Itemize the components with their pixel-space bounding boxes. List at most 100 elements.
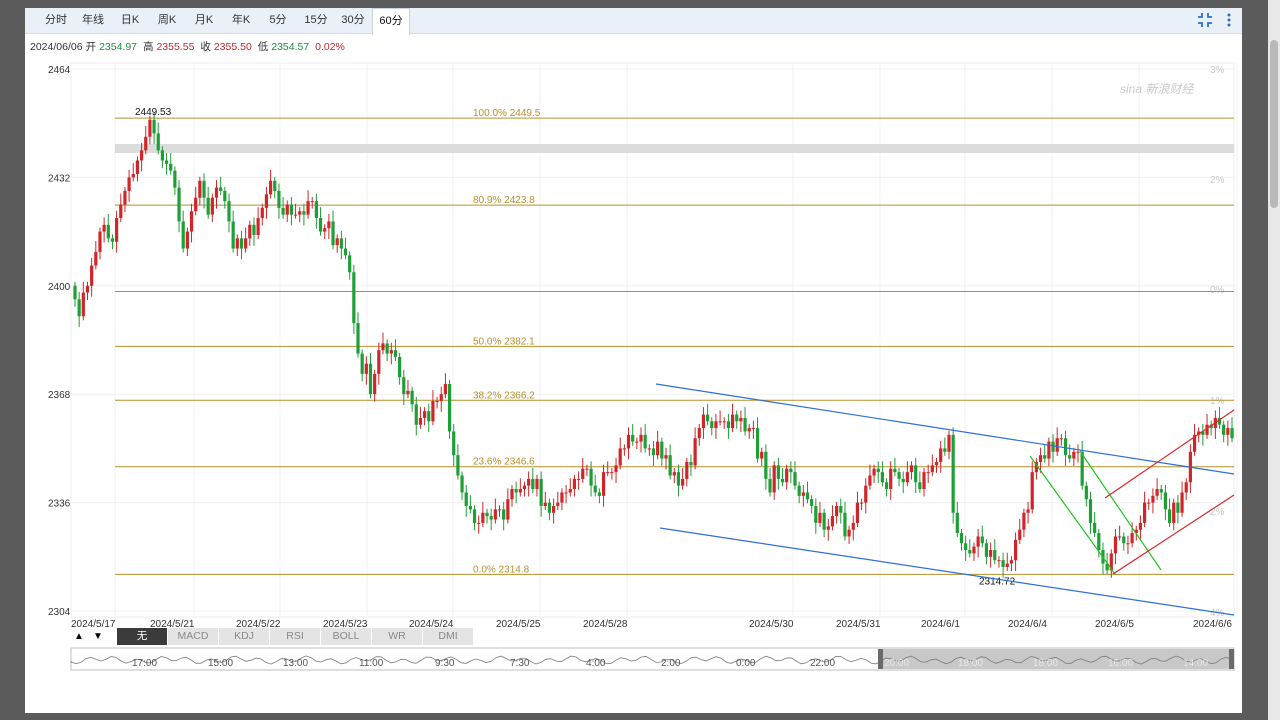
candle-body — [818, 512, 822, 523]
indicator-rsi-tab[interactable]: RSI — [270, 628, 321, 645]
candle-body — [606, 472, 610, 474]
candle-body — [905, 472, 909, 483]
candle-body — [377, 350, 381, 374]
navigator-time-label: 14:00 — [1183, 658, 1208, 669]
candle-body — [743, 417, 747, 432]
candlestick-chart[interactable]: 2024/5/17 2024/5/21 2024/5/22 2024/5/23 2024… — [25, 8, 1242, 713]
indicator-boll-tab[interactable]: BOLL — [321, 628, 372, 645]
candle-body — [139, 150, 144, 161]
candle-body — [893, 468, 897, 473]
candle-body — [1026, 509, 1030, 513]
candle-body — [726, 421, 731, 429]
candle-body — [918, 482, 922, 490]
candle-body — [177, 187, 181, 222]
candle-body — [348, 255, 352, 273]
candle-body — [310, 201, 314, 203]
candle-body — [776, 465, 780, 479]
candle-body — [135, 160, 140, 175]
x-tick-label: 2024/5/28 — [583, 619, 628, 630]
candle-body — [73, 285, 77, 300]
indicator-kdj-tab[interactable]: KDJ — [219, 628, 270, 645]
indicator-dmi-tab[interactable]: DMI — [423, 628, 474, 645]
candle-body — [826, 526, 830, 530]
candle-body — [318, 218, 323, 232]
candle-body — [181, 221, 185, 249]
candle-body — [472, 509, 477, 523]
navigator-time-label: 4:00 — [586, 658, 606, 669]
candle-body — [131, 174, 135, 178]
candle-body — [539, 478, 543, 506]
candle-body — [452, 431, 456, 456]
fib-level-label: 80.9% 2423.8 — [473, 195, 535, 206]
scroll-down-button[interactable]: ▼ — [89, 628, 107, 645]
candle-body — [489, 516, 493, 520]
candle-body — [955, 512, 959, 534]
candle-body — [576, 478, 581, 480]
candle-body — [447, 384, 452, 432]
candle-body — [502, 509, 506, 520]
navigator-time-label: 2:00 — [661, 658, 681, 669]
candle-body — [1130, 533, 1134, 544]
candle-body — [398, 356, 402, 378]
candle-body — [235, 238, 239, 249]
indicator-none-tab[interactable]: 无 — [117, 628, 168, 645]
y-tick-label: 2464 — [48, 65, 71, 76]
candle-body — [1097, 533, 1101, 551]
x-tick-label: 2024/6/1 — [921, 619, 960, 630]
candle-body — [481, 512, 485, 523]
indicator-macd-tab[interactable]: MACD — [168, 628, 219, 645]
y-tick-label: 2336 — [48, 499, 71, 510]
candle-body — [422, 411, 427, 418]
candle-body — [98, 231, 102, 252]
candle-body — [418, 417, 423, 425]
candle-body — [864, 485, 868, 503]
candle-body — [1113, 536, 1118, 554]
candle-body — [930, 465, 934, 473]
candle-body — [152, 119, 156, 134]
candle-body — [909, 465, 914, 473]
x-tick-label: 2024/6/6 — [1193, 619, 1232, 630]
navigator-time-label: 15:00 — [208, 658, 233, 669]
candle-body — [431, 400, 435, 422]
candle-body — [460, 475, 464, 493]
fib-level-label: 0.0% 2314.8 — [473, 564, 530, 575]
candle-body — [706, 414, 710, 422]
candle-body — [872, 468, 876, 476]
candle-body — [984, 543, 989, 557]
candle-body — [414, 404, 418, 425]
navigator-handle-right — [1229, 649, 1234, 669]
candle-body — [1001, 560, 1005, 567]
candle-body — [722, 421, 726, 423]
candle-body — [668, 455, 672, 476]
candle-body — [647, 448, 651, 450]
navigator-time-label: 22:00 — [810, 658, 835, 669]
navigator-handle-left — [878, 649, 883, 669]
scroll-up-button[interactable]: ▲ — [70, 628, 88, 645]
candle-body — [859, 502, 864, 504]
navigator-time-label: 18:00 — [958, 658, 983, 669]
candle-body — [851, 522, 855, 530]
candle-body — [402, 377, 406, 395]
indicator-wr-tab[interactable]: WR — [372, 628, 423, 645]
candle-body — [1167, 509, 1172, 523]
candle-body — [123, 190, 127, 205]
candle-body — [535, 478, 539, 490]
candle-body — [210, 197, 214, 215]
percent-tick-label: 3% — [1210, 65, 1225, 76]
candle-body — [273, 180, 277, 191]
candle-body — [1009, 560, 1014, 564]
candle-body — [656, 441, 660, 456]
navigator-time-label: 20:00 — [884, 658, 909, 669]
candle-body — [464, 492, 468, 506]
y-tick-label: 2432 — [48, 173, 71, 184]
candle-body — [976, 536, 980, 547]
candle-body — [789, 468, 793, 473]
candle-body — [810, 499, 814, 506]
candle-body — [352, 272, 356, 324]
candle-body — [435, 400, 439, 402]
candle-body — [364, 363, 368, 374]
y-tick-label: 2304 — [48, 607, 71, 618]
candle-body — [497, 509, 502, 511]
candle-body — [110, 238, 115, 242]
candle-body — [1155, 489, 1159, 496]
